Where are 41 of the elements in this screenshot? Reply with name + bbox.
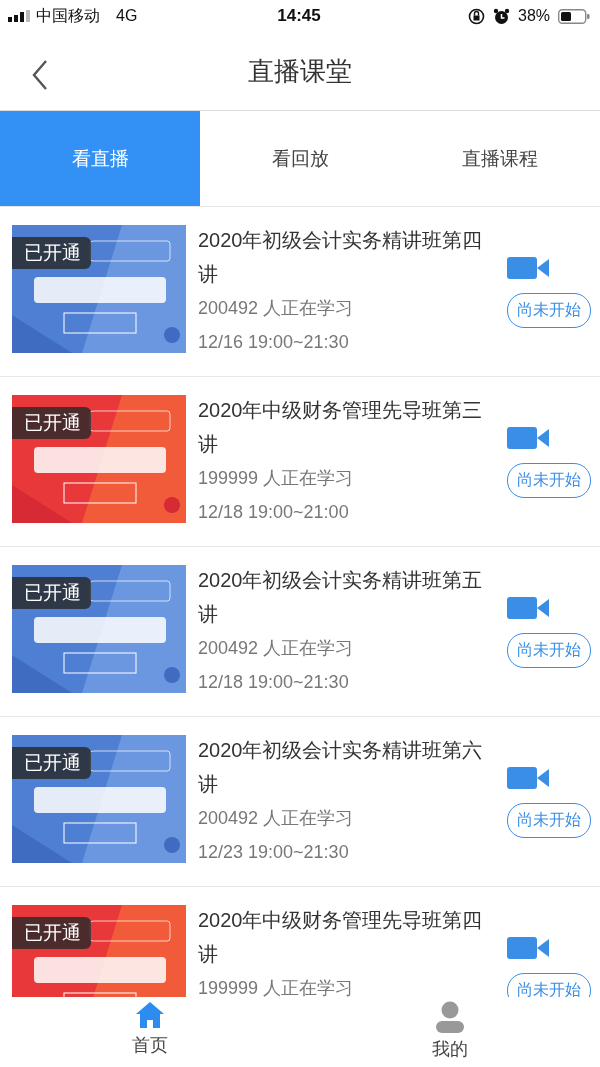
carrier-name: 中国移动: [36, 5, 100, 26]
video-camera-icon: [507, 767, 549, 789]
learner-count: 200492 人正在学习: [198, 637, 355, 660]
status-badge: 已开通: [12, 747, 91, 779]
course-title: 2020年中级财务管理先导班第三讲: [198, 398, 484, 457]
status-badge: 已开通: [12, 577, 91, 609]
video-camera-icon: [507, 937, 549, 959]
not-started-button[interactable]: 尚未开始: [507, 803, 591, 838]
battery-icon: [558, 8, 590, 24]
video-camera-icon: [507, 597, 549, 619]
tab[interactable]: 看直播: [0, 111, 200, 206]
learner-count: 199999 人正在学习: [198, 467, 355, 490]
status-badge: 已开通: [12, 237, 91, 269]
schedule-time: 12/23 19:00~21:30: [198, 841, 350, 864]
course-title: 2020年初级会计实务精讲班第六讲: [198, 738, 484, 797]
video-camera-icon: [507, 427, 549, 449]
learner-count: 199999 人正在学习: [198, 977, 355, 997]
not-started-button[interactable]: 尚未开始: [507, 463, 591, 498]
not-started-button[interactable]: 尚未开始: [507, 633, 591, 668]
nav-tab[interactable]: 首页: [0, 997, 300, 1067]
alarm-icon: [493, 7, 510, 25]
status-badge: 已开通: [12, 407, 91, 439]
schedule-time: 12/16 19:00~21:30: [198, 331, 350, 354]
rotation-lock-icon: [468, 7, 485, 25]
page-title: 直播课堂: [248, 54, 352, 88]
clock-time: 14:45: [277, 6, 321, 26]
schedule-time: 12/18 19:00~21:30: [198, 671, 350, 694]
network-type: 4G: [116, 7, 138, 25]
nav-tab[interactable]: 我的: [300, 997, 600, 1067]
learner-count: 200492 人正在学习: [198, 807, 355, 830]
not-started-button[interactable]: 尚未开始: [507, 973, 591, 997]
learner-count: 200492 人正在学习: [198, 297, 355, 320]
video-camera-icon: [507, 257, 549, 279]
course-title: 2020年初级会计实务精讲班第五讲: [198, 568, 484, 627]
battery-percent: 38%: [518, 7, 550, 25]
not-started-button[interactable]: 尚未开始: [507, 293, 591, 328]
course-title: 2020年初级会计实务精讲班第四讲: [198, 228, 484, 287]
status-badge: 已开通: [12, 917, 91, 949]
schedule-time: 12/18 19:00~21:00: [198, 501, 350, 524]
signal-icon: [8, 10, 30, 22]
course-title: 2020年中级财务管理先导班第四讲: [198, 908, 484, 967]
